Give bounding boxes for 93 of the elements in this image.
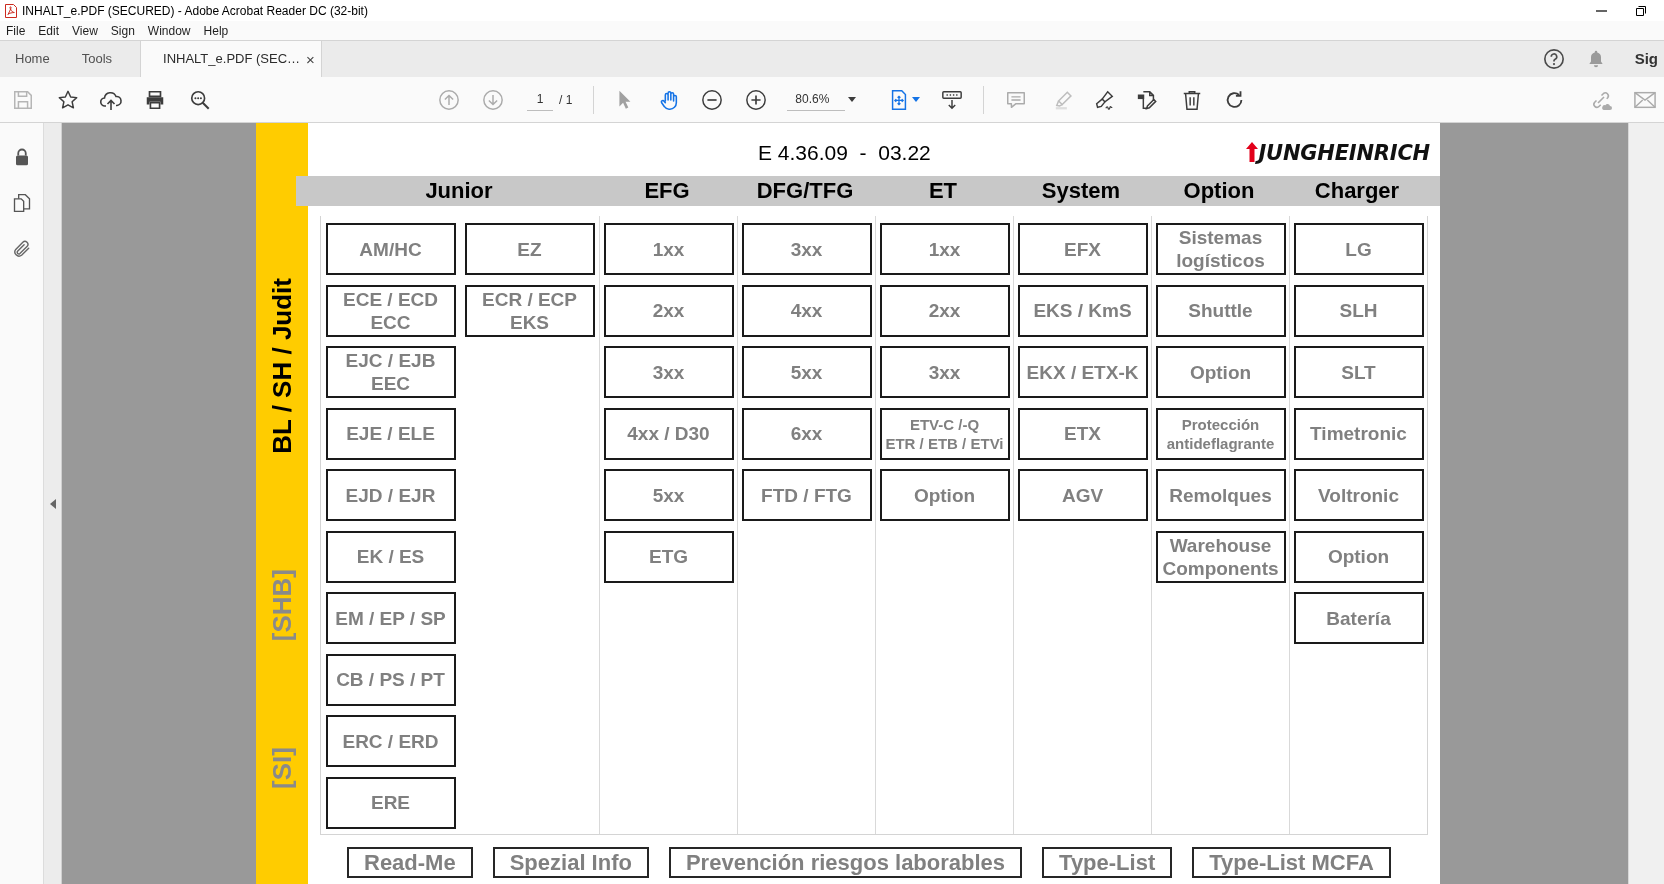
- zoom-out-icon[interactable]: [701, 88, 724, 111]
- close-button[interactable]: ×: [306, 51, 315, 67]
- category-button[interactable]: 5xx: [603, 469, 734, 521]
- category-button[interactable]: Timetronic: [1293, 407, 1424, 460]
- print-icon[interactable]: [144, 88, 166, 111]
- category-button[interactable]: Option: [1155, 346, 1286, 398]
- category-button[interactable]: 4xx: [741, 284, 872, 337]
- category-button[interactable]: ERE: [325, 776, 456, 829]
- category-button[interactable]: EJC / EJB EEC: [325, 346, 456, 398]
- edit-document-icon[interactable]: [1136, 88, 1159, 111]
- category-button[interactable]: Remolques: [1155, 469, 1286, 521]
- category-button[interactable]: Sistemas logísticos: [1155, 223, 1286, 275]
- category-button[interactable]: 5xx: [741, 346, 872, 398]
- category-button[interactable]: AM/HC: [325, 223, 456, 275]
- category-button[interactable]: 4xx / D30: [603, 407, 734, 460]
- column-header: System: [1040, 177, 1122, 205]
- category-button[interactable]: 3xx: [741, 223, 872, 275]
- category-button[interactable]: 2xx: [603, 284, 734, 337]
- category-button[interactable]: EZ: [464, 223, 595, 275]
- collapse-icon[interactable]: [49, 498, 56, 509]
- section-label: [SI]: [269, 747, 295, 789]
- help-icon[interactable]: [1542, 48, 1565, 70]
- menu-item[interactable]: View: [72, 21, 98, 40]
- menu-item[interactable]: Edit: [38, 21, 60, 40]
- link-button[interactable]: Read-Me: [347, 847, 473, 878]
- category-button[interactable]: ECE / ECD ECC: [325, 284, 456, 337]
- sign-in-link[interactable]: Sig: [1634, 47, 1658, 71]
- category-button[interactable]: 3xx: [879, 346, 1010, 398]
- category-button[interactable]: 2xx: [879, 284, 1010, 337]
- menu-item[interactable]: File: [6, 21, 26, 40]
- category-button[interactable]: Shuttle: [1155, 284, 1286, 337]
- page-number-field[interactable]: 1: [527, 88, 553, 111]
- category-button[interactable]: ERC / ERD: [325, 715, 456, 767]
- category-button[interactable]: ECR / ECP EKS: [464, 284, 595, 337]
- category-button[interactable]: EKS / KmS: [1017, 284, 1148, 337]
- link-button[interactable]: Type-List: [1042, 847, 1173, 878]
- caret-icon[interactable]: [848, 97, 857, 102]
- column-header: Charger: [1313, 177, 1401, 205]
- column-header: Junior: [424, 177, 494, 205]
- window-title: INHALT_e.PDF (SECURED) - Adobe Acrobat Reader DC (32-bit): [22, 2, 368, 20]
- category-button[interactable]: Batería: [1293, 592, 1424, 644]
- scroll-mode-icon[interactable]: [941, 88, 964, 111]
- column-header: EFG: [643, 177, 691, 205]
- star-icon[interactable]: [57, 88, 79, 111]
- menu-item[interactable]: Help: [203, 21, 229, 40]
- category-button[interactable]: Warehouse Components: [1155, 530, 1286, 583]
- category-button[interactable]: Voltronic: [1293, 469, 1424, 521]
- category-button[interactable]: Option: [1293, 530, 1424, 583]
- menu-item[interactable]: Sign: [110, 21, 135, 40]
- search-icon[interactable]: [189, 88, 211, 111]
- category-button[interactable]: Protección antideflagrante: [1155, 407, 1286, 460]
- category-button[interactable]: EK / ES: [325, 530, 456, 583]
- category-button[interactable]: FTD / FTG: [741, 469, 872, 521]
- column-header: ET: [927, 177, 959, 205]
- category-button[interactable]: EKX / ETX-K: [1017, 346, 1148, 398]
- category-button[interactable]: EJD / EJR: [325, 469, 456, 521]
- page-count: / 1: [559, 91, 573, 109]
- zoom-in-icon[interactable]: [745, 88, 768, 111]
- tab[interactable]: Tools: [64, 41, 130, 77]
- section-label: [SHB]: [269, 568, 295, 641]
- category-button[interactable]: ETG: [603, 530, 734, 583]
- link-button[interactable]: Spezial Info: [492, 847, 649, 878]
- column-header: DFG/TFG: [755, 177, 855, 205]
- tab[interactable]: Home: [0, 41, 65, 77]
- category-button[interactable]: 3xx: [603, 346, 734, 398]
- minimize-icon[interactable]: [1596, 9, 1607, 12]
- category-button[interactable]: 1xx: [603, 223, 734, 275]
- category-button[interactable]: LG: [1293, 223, 1424, 275]
- category-button[interactable]: SLH: [1293, 284, 1424, 337]
- link-button[interactable]: Type-List MCFA: [1192, 847, 1391, 878]
- category-button[interactable]: EFX: [1017, 223, 1148, 275]
- pages-icon[interactable]: [11, 193, 32, 213]
- category-button[interactable]: SLT: [1293, 346, 1424, 398]
- category-button[interactable]: ETX: [1017, 407, 1148, 460]
- category-button[interactable]: CB / PS / PT: [325, 653, 456, 706]
- category-button[interactable]: AGV: [1017, 469, 1148, 521]
- category-button[interactable]: EJE / ELE: [325, 407, 456, 460]
- pen-icon[interactable]: [1093, 88, 1116, 111]
- zoom-field[interactable]: 80.6%: [787, 88, 846, 111]
- category-button[interactable]: ETV-C /-Q ETR / ETB / ETVi: [879, 407, 1010, 460]
- column-header: Option: [1182, 177, 1256, 205]
- version-label: E 4.36.09 - 03.22: [758, 139, 931, 166]
- pdf-icon: [5, 3, 17, 18]
- category-button[interactable]: EM / EP / SP: [325, 592, 456, 644]
- category-button[interactable]: 6xx: [741, 407, 872, 460]
- category-button[interactable]: 1xx: [879, 223, 1010, 275]
- link-button[interactable]: Prevención riesgos laborables: [668, 847, 1023, 878]
- category-button[interactable]: Option: [879, 469, 1010, 521]
- tab[interactable]: INHALT_e.PDF (SEC… ×: [140, 41, 322, 77]
- paperclip-icon[interactable]: [11, 239, 32, 259]
- restore-icon[interactable]: [1636, 5, 1646, 16]
- menu-item[interactable]: Window: [147, 21, 191, 40]
- section-label: BL / SH / Judit: [269, 278, 295, 454]
